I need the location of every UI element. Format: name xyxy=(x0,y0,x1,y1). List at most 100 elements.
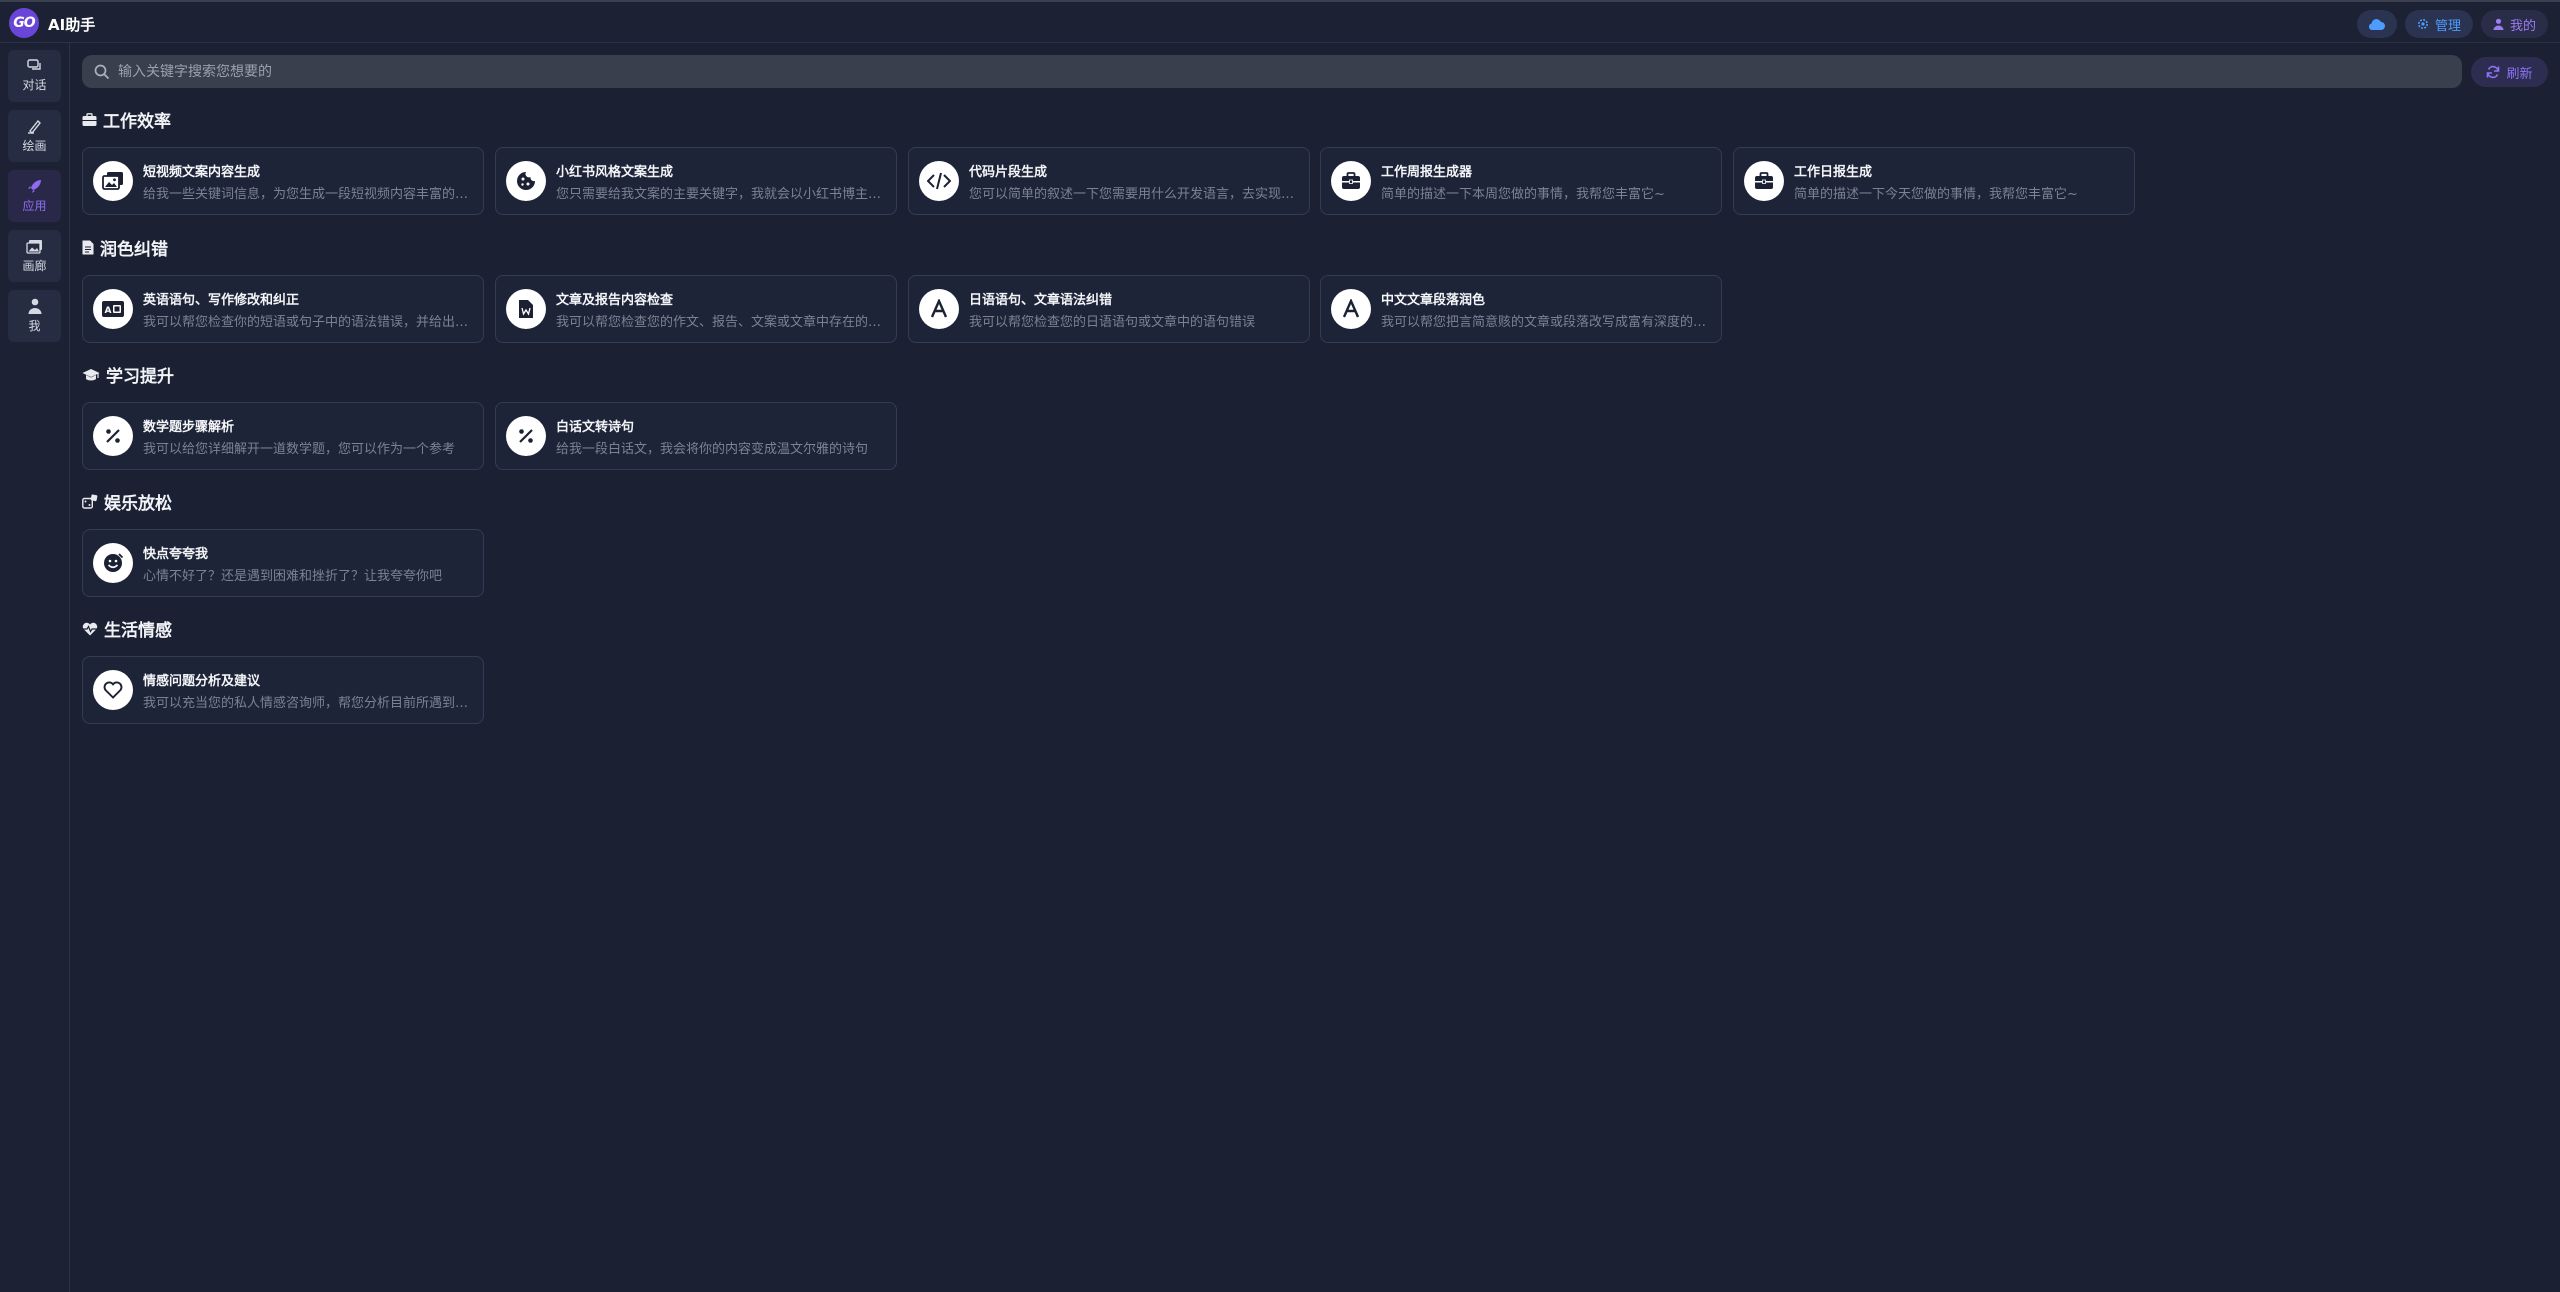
card-desc: 我可以帮您检查您的作文、报告、文案或文章中存在的问题 xyxy=(556,315,882,330)
card-title: 英语语句、写作修改和纠正 xyxy=(143,293,300,308)
app-card[interactable]: 短视频文案内容生成 给我一些关键词信息，为您生成一段短视频内容丰富的文案 xyxy=(82,147,484,215)
theme-toggle-button[interactable] xyxy=(2356,10,2397,38)
heart-icon xyxy=(93,670,133,710)
card-desc: 您只需要给我文案的主要关键字，我就会以小红书博主的风格为您生成文案 xyxy=(556,187,882,202)
app-card[interactable]: 工作日报生成 简单的描述一下今天您做的事情，我帮您丰富它~ xyxy=(1733,147,2135,215)
card-desc: 心情不好了？还是遇到困难和挫折了？让我夸夸你吧 xyxy=(143,569,443,584)
dice-icon xyxy=(82,494,98,509)
app-card[interactable]: 中文文章段落润色 我可以帮您把言简意赅的文章或段落改写成富有深度的内容 xyxy=(1320,275,1722,343)
percent-icon xyxy=(506,416,546,456)
app-logo[interactable]: GO xyxy=(9,8,39,38)
sidebar-item-gallery[interactable]: 画廊 xyxy=(8,230,61,282)
percent-icon xyxy=(93,416,133,456)
sidebar-item-label: 绘画 xyxy=(22,139,47,153)
id-card-icon: A xyxy=(93,289,133,329)
card-title: 工作日报生成 xyxy=(1794,165,1873,180)
sidebar-item-apps[interactable]: 应用 xyxy=(8,170,61,222)
section-title-learning: 学习提升 xyxy=(82,362,174,387)
card-title: 白话文转诗句 xyxy=(556,420,635,435)
refresh-label: 刷新 xyxy=(2506,66,2533,82)
graduation-cap-icon xyxy=(82,368,100,380)
mine-label: 我的 xyxy=(2509,18,2536,34)
card-title: 情感问题分析及建议 xyxy=(143,674,261,689)
card-desc: 我可以帮您把言简意赅的文章或段落改写成富有深度的内容 xyxy=(1381,315,1707,330)
brush-icon xyxy=(27,119,41,134)
app-card[interactable]: 数学题步骤解析 我可以给您详细解开一道数学题，您可以作为一个参考 xyxy=(82,402,484,470)
card-title: 中文文章段落润色 xyxy=(1381,293,1486,308)
section-title-efficiency: 工作效率 xyxy=(82,107,171,132)
refresh-icon xyxy=(2487,65,2500,79)
section-label: 工作效率 xyxy=(103,112,171,132)
sidebar-item-draw[interactable]: 绘画 xyxy=(8,110,61,162)
section-title-life: 生活情感 xyxy=(82,616,172,641)
briefcase-icon xyxy=(82,112,97,126)
card-title: 小红书风格文案生成 xyxy=(556,165,674,180)
card-desc: 我可以帮您检查您的日语语句或文章中的语句错误 xyxy=(969,315,1256,330)
app-card[interactable]: 白话文转诗句 给我一段白话文，我会将你的内容变成温文尔雅的诗句 xyxy=(495,402,897,470)
top-bar: GO AI助手 管理 我的 xyxy=(0,0,2560,43)
section-label: 娱乐放松 xyxy=(104,494,172,514)
card-title: 文章及报告内容检查 xyxy=(556,293,674,308)
app-card[interactable]: 情感问题分析及建议 我可以充当您的私人情感咨询师，帮您分析目前所遇到的情感问题 xyxy=(82,656,484,724)
top-actions: 管理 我的 xyxy=(2356,10,2548,38)
gear-icon xyxy=(2417,19,2428,29)
app-card[interactable]: 代码片段生成 您可以简单的叙述一下您需要用什么开发语言，去实现什么功能 xyxy=(908,147,1310,215)
section-title-entertainment: 娱乐放松 xyxy=(82,489,172,514)
card-title: 代码片段生成 xyxy=(969,165,1048,180)
smile-icon xyxy=(93,543,133,583)
sidebar-item-label: 我 xyxy=(28,319,41,333)
sidebar-item-label: 对话 xyxy=(22,78,47,92)
code-icon xyxy=(919,161,959,201)
document-icon xyxy=(82,240,94,255)
card-title: 短视频文案内容生成 xyxy=(143,165,261,180)
app-card[interactable]: A 英语语句、写作修改和纠正 我可以帮您检查你的短语或句子中的语法错误，并给出修… xyxy=(82,275,484,343)
briefcase-icon xyxy=(1331,161,1371,201)
section-label: 生活情感 xyxy=(104,621,172,641)
card-title: 日语语句、文章语法纠错 xyxy=(969,293,1113,308)
font-icon xyxy=(919,289,959,329)
search-input[interactable] xyxy=(118,63,2418,80)
sidebar-item-me[interactable]: 我 xyxy=(8,290,61,342)
word-file-icon xyxy=(506,289,546,329)
svg-text:A: A xyxy=(105,306,112,316)
user-icon xyxy=(28,298,41,314)
admin-label: 管理 xyxy=(2434,18,2461,34)
card-desc: 我可以帮您检查你的短语或句子中的语法错误，并给出修改建议 xyxy=(143,315,469,330)
card-desc: 简单的描述一下今天您做的事情，我帮您丰富它~ xyxy=(1794,187,2078,202)
user-icon xyxy=(2493,18,2504,30)
gallery-icon xyxy=(26,239,42,254)
mine-button[interactable]: 我的 xyxy=(2480,10,2548,38)
app-card[interactable]: 工作周报生成器 简单的描述一下本周您做的事情，我帮您丰富它~ xyxy=(1320,147,1722,215)
rocket-icon xyxy=(27,180,41,193)
cloud-moon-icon xyxy=(2368,19,2385,30)
heart-pulse-icon xyxy=(82,622,98,635)
briefcase-icon xyxy=(1744,161,1784,201)
search-icon xyxy=(94,64,110,79)
card-desc: 给我一段白话文，我会将你的内容变成温文尔雅的诗句 xyxy=(556,442,869,457)
card-title: 快点夸夸我 xyxy=(143,547,209,562)
section-label: 润色纠错 xyxy=(100,240,168,260)
card-desc: 您可以简单的叙述一下您需要用什么开发语言，去实现什么功能 xyxy=(969,187,1295,202)
admin-button[interactable]: 管理 xyxy=(2404,10,2473,38)
sidebar-item-label: 应用 xyxy=(22,199,47,213)
app-card[interactable]: 日语语句、文章语法纠错 我可以帮您检查您的日语语句或文章中的语句错误 xyxy=(908,275,1310,343)
search-bar xyxy=(82,55,2462,88)
card-desc: 简单的描述一下本周您做的事情，我帮您丰富它~ xyxy=(1381,187,1665,202)
font-icon xyxy=(1331,289,1371,329)
app-card[interactable]: 小红书风格文案生成 您只需要给我文案的主要关键字，我就会以小红书博主的风格为您生… xyxy=(495,147,897,215)
app-card[interactable]: 文章及报告内容检查 我可以帮您检查您的作文、报告、文案或文章中存在的问题 xyxy=(495,275,897,343)
video-image-icon xyxy=(93,161,133,201)
refresh-button[interactable]: 刷新 xyxy=(2471,57,2548,87)
sidebar-item-chat[interactable]: 对话 xyxy=(8,50,61,102)
sidebar-item-label: 画廊 xyxy=(22,258,47,273)
sidebar: 对话 绘画 应用 画廊 我 xyxy=(0,43,70,1292)
chat-icon xyxy=(26,59,41,70)
app-title: AI助手 xyxy=(48,16,96,34)
card-desc: 我可以充当您的私人情感咨询师，帮您分析目前所遇到的情感问题 xyxy=(143,696,469,711)
card-title: 工作周报生成器 xyxy=(1381,165,1473,180)
cookie-icon xyxy=(506,161,546,201)
card-desc: 给我一些关键词信息，为您生成一段短视频内容丰富的文案 xyxy=(143,187,469,202)
app-card[interactable]: 快点夸夸我 心情不好了？还是遇到困难和挫折了？让我夸夸你吧 xyxy=(82,529,484,597)
section-title-polish: 润色纠错 xyxy=(82,235,168,260)
card-title: 数学题步骤解析 xyxy=(143,420,235,435)
